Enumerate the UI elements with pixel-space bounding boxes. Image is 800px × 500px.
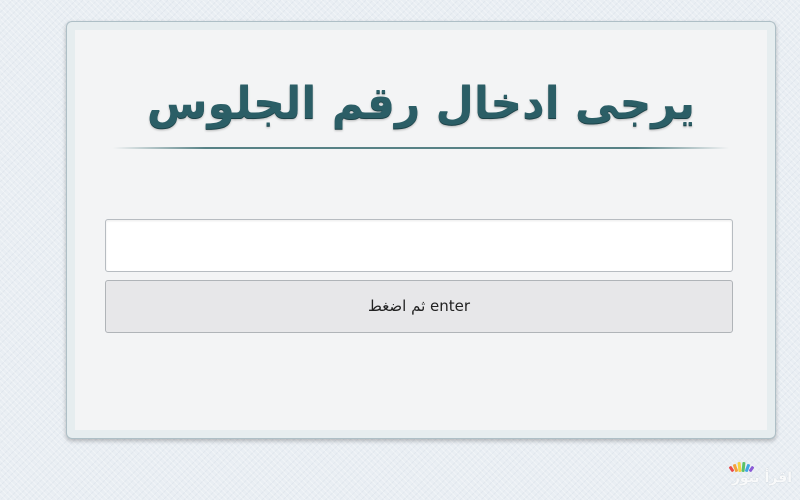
login-card: يرجى ادخال رقم الجلوس ثم اضغط enter [66, 21, 776, 439]
site-watermark: اقرأ بنور [728, 460, 792, 486]
submit-button[interactable]: ثم اضغط enter [105, 280, 733, 333]
watermark-text: اقرأ بنور [731, 470, 792, 486]
page-title: يرجى ادخال رقم الجلوس [146, 78, 696, 129]
title-divider [113, 147, 729, 149]
seat-number-input[interactable] [105, 219, 733, 272]
